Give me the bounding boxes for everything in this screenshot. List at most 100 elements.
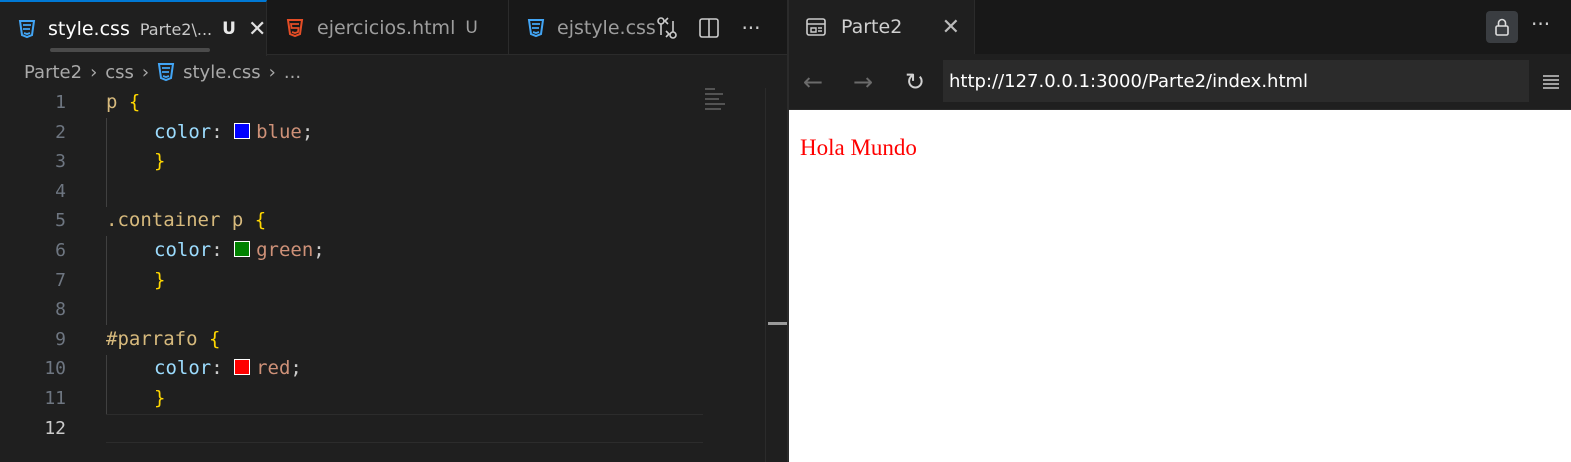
- close-tab-icon[interactable]: ✕: [942, 15, 960, 40]
- code-area[interactable]: 1p {2 color: blue; 3} 4 5 .container p {6 colo…: [0, 88, 765, 443]
- line-source: }: [154, 384, 165, 414]
- chevron-right-icon: ›: [90, 61, 98, 83]
- line-number: 3: [55, 151, 66, 173]
- page-paragraph: Hola Mundo: [800, 135, 917, 160]
- line-number: 5: [55, 210, 66, 232]
- close-brace: }: [154, 150, 166, 173]
- line-number: 9: [55, 328, 66, 350]
- browser-preview-icon: [805, 17, 827, 37]
- breadcrumb: Parte2 › css › style.css › ...: [24, 58, 301, 86]
- css-value: red: [256, 357, 291, 380]
- code-line: 5 .container p {: [0, 206, 765, 236]
- css-selector: #parrafo: [106, 327, 209, 350]
- colon: :: [211, 357, 235, 380]
- css-property: color: [154, 238, 212, 261]
- compare-changes-icon[interactable]: [655, 16, 679, 40]
- line-source: color: blue;: [154, 118, 313, 148]
- line-source: color: green;: [154, 236, 325, 266]
- css-selector: p: [106, 91, 129, 113]
- forward-arrow-icon[interactable]: →: [849, 68, 877, 96]
- css-file-icon: [157, 62, 175, 82]
- semicolon: ;: [301, 120, 314, 143]
- color-swatch-icon[interactable]: [234, 359, 251, 376]
- tab-parte2[interactable]: Parte2 ✕: [789, 0, 975, 54]
- code-line: 8: [0, 295, 765, 325]
- tab-description: Parte2\...: [139, 19, 213, 39]
- tab-ejercicios-html[interactable]: ejercicios.html U: [267, 0, 509, 55]
- color-swatch-icon[interactable]: [234, 122, 251, 139]
- css-file-icon: [18, 18, 36, 40]
- tab-ejstyle-css[interactable]: ejstyle.css: [509, 0, 656, 55]
- page-viewport: Hola Mundo: [789, 110, 1571, 462]
- tab-label: style.css: [48, 18, 130, 40]
- more-actions-icon[interactable]: ···: [739, 16, 763, 40]
- color-swatch-icon[interactable]: [234, 240, 251, 257]
- untracked-badge: U: [222, 19, 236, 39]
- line-number: 11: [44, 387, 66, 409]
- breadcrumb-item-file[interactable]: style.css: [183, 62, 261, 83]
- minimap[interactable]: [705, 88, 730, 118]
- scrollbar-thumb[interactable]: [768, 322, 787, 325]
- browser-tab-bar: Parte2 ✕ ···: [789, 0, 1571, 54]
- code-line: 10 color: red;: [0, 354, 765, 384]
- chevron-right-icon: ›: [141, 61, 150, 83]
- line-number: 4: [55, 180, 66, 202]
- css-selector: .container p: [106, 209, 255, 232]
- lock-group-button[interactable]: [1486, 11, 1518, 43]
- open-brace: {: [254, 209, 267, 232]
- code-line: 7}: [0, 266, 765, 296]
- css-property: color: [154, 357, 212, 380]
- breadcrumb-item-folder[interactable]: css: [105, 62, 134, 83]
- code-editor: style.css Parte2\... U ✕ ejercicios.html…: [0, 0, 787, 462]
- more-actions-icon[interactable]: ···: [1531, 12, 1550, 36]
- chevron-right-icon: ›: [268, 61, 276, 83]
- code-line: 12: [0, 414, 765, 444]
- tab-label: Parte2: [841, 16, 903, 38]
- close-brace: }: [154, 386, 166, 409]
- css-property: color: [154, 120, 212, 143]
- line-source: p {: [106, 88, 140, 118]
- back-arrow-icon[interactable]: ←: [799, 68, 827, 96]
- untracked-badge: U: [465, 17, 478, 38]
- line-number: 12: [44, 417, 66, 439]
- code-line: 2 color: blue;: [0, 118, 765, 148]
- semicolon: ;: [290, 357, 302, 380]
- line-number: 6: [55, 239, 66, 261]
- close-tab-icon[interactable]: ✕: [248, 17, 266, 42]
- split-editor-icon[interactable]: [697, 16, 721, 40]
- code-line: 9 #parrafo {: [0, 325, 765, 355]
- colon: :: [211, 238, 235, 261]
- tab-label: ejercicios.html: [317, 16, 456, 39]
- code-line: 1 p {: [0, 88, 765, 118]
- line-number: 8: [55, 299, 66, 321]
- breadcrumb-item-folder[interactable]: Parte2: [24, 62, 82, 83]
- line-source: .container p {: [106, 206, 266, 236]
- reload-icon[interactable]: ↻: [901, 68, 929, 96]
- css-value: green: [256, 238, 314, 261]
- browser-nav-bar: ← → ↻: [789, 54, 1571, 110]
- tab-label: ejstyle.css: [557, 16, 656, 39]
- tab-scroll-indicator: [50, 48, 210, 52]
- open-brace: {: [128, 91, 141, 113]
- line-source: }: [154, 147, 165, 177]
- css-file-icon: [527, 17, 545, 39]
- vertical-scrollbar[interactable]: [765, 88, 787, 462]
- code-line: 6 color: green;: [0, 236, 765, 266]
- lock-icon: [1495, 18, 1509, 36]
- line-number: 10: [44, 358, 66, 380]
- css-value: blue: [256, 120, 302, 143]
- code-line: 3}: [0, 147, 765, 177]
- simple-browser: Parte2 ✕ ··· ← → ↻ Hola Mundo: [787, 0, 1571, 462]
- line-source: #parrafo {: [106, 325, 220, 355]
- menu-icon[interactable]: [1541, 72, 1561, 92]
- line-number: 2: [55, 121, 66, 143]
- colon: :: [211, 120, 235, 143]
- url-input[interactable]: [943, 60, 1529, 102]
- breadcrumb-item-symbols[interactable]: ...: [284, 62, 301, 83]
- close-brace: }: [154, 268, 166, 291]
- line-number: 1: [55, 92, 66, 113]
- open-brace: {: [208, 327, 221, 350]
- line-source: color: red;: [154, 354, 302, 384]
- editor-tab-bar: style.css Parte2\... U ✕ ejercicios.html…: [0, 0, 787, 56]
- code-line: 11}: [0, 384, 765, 414]
